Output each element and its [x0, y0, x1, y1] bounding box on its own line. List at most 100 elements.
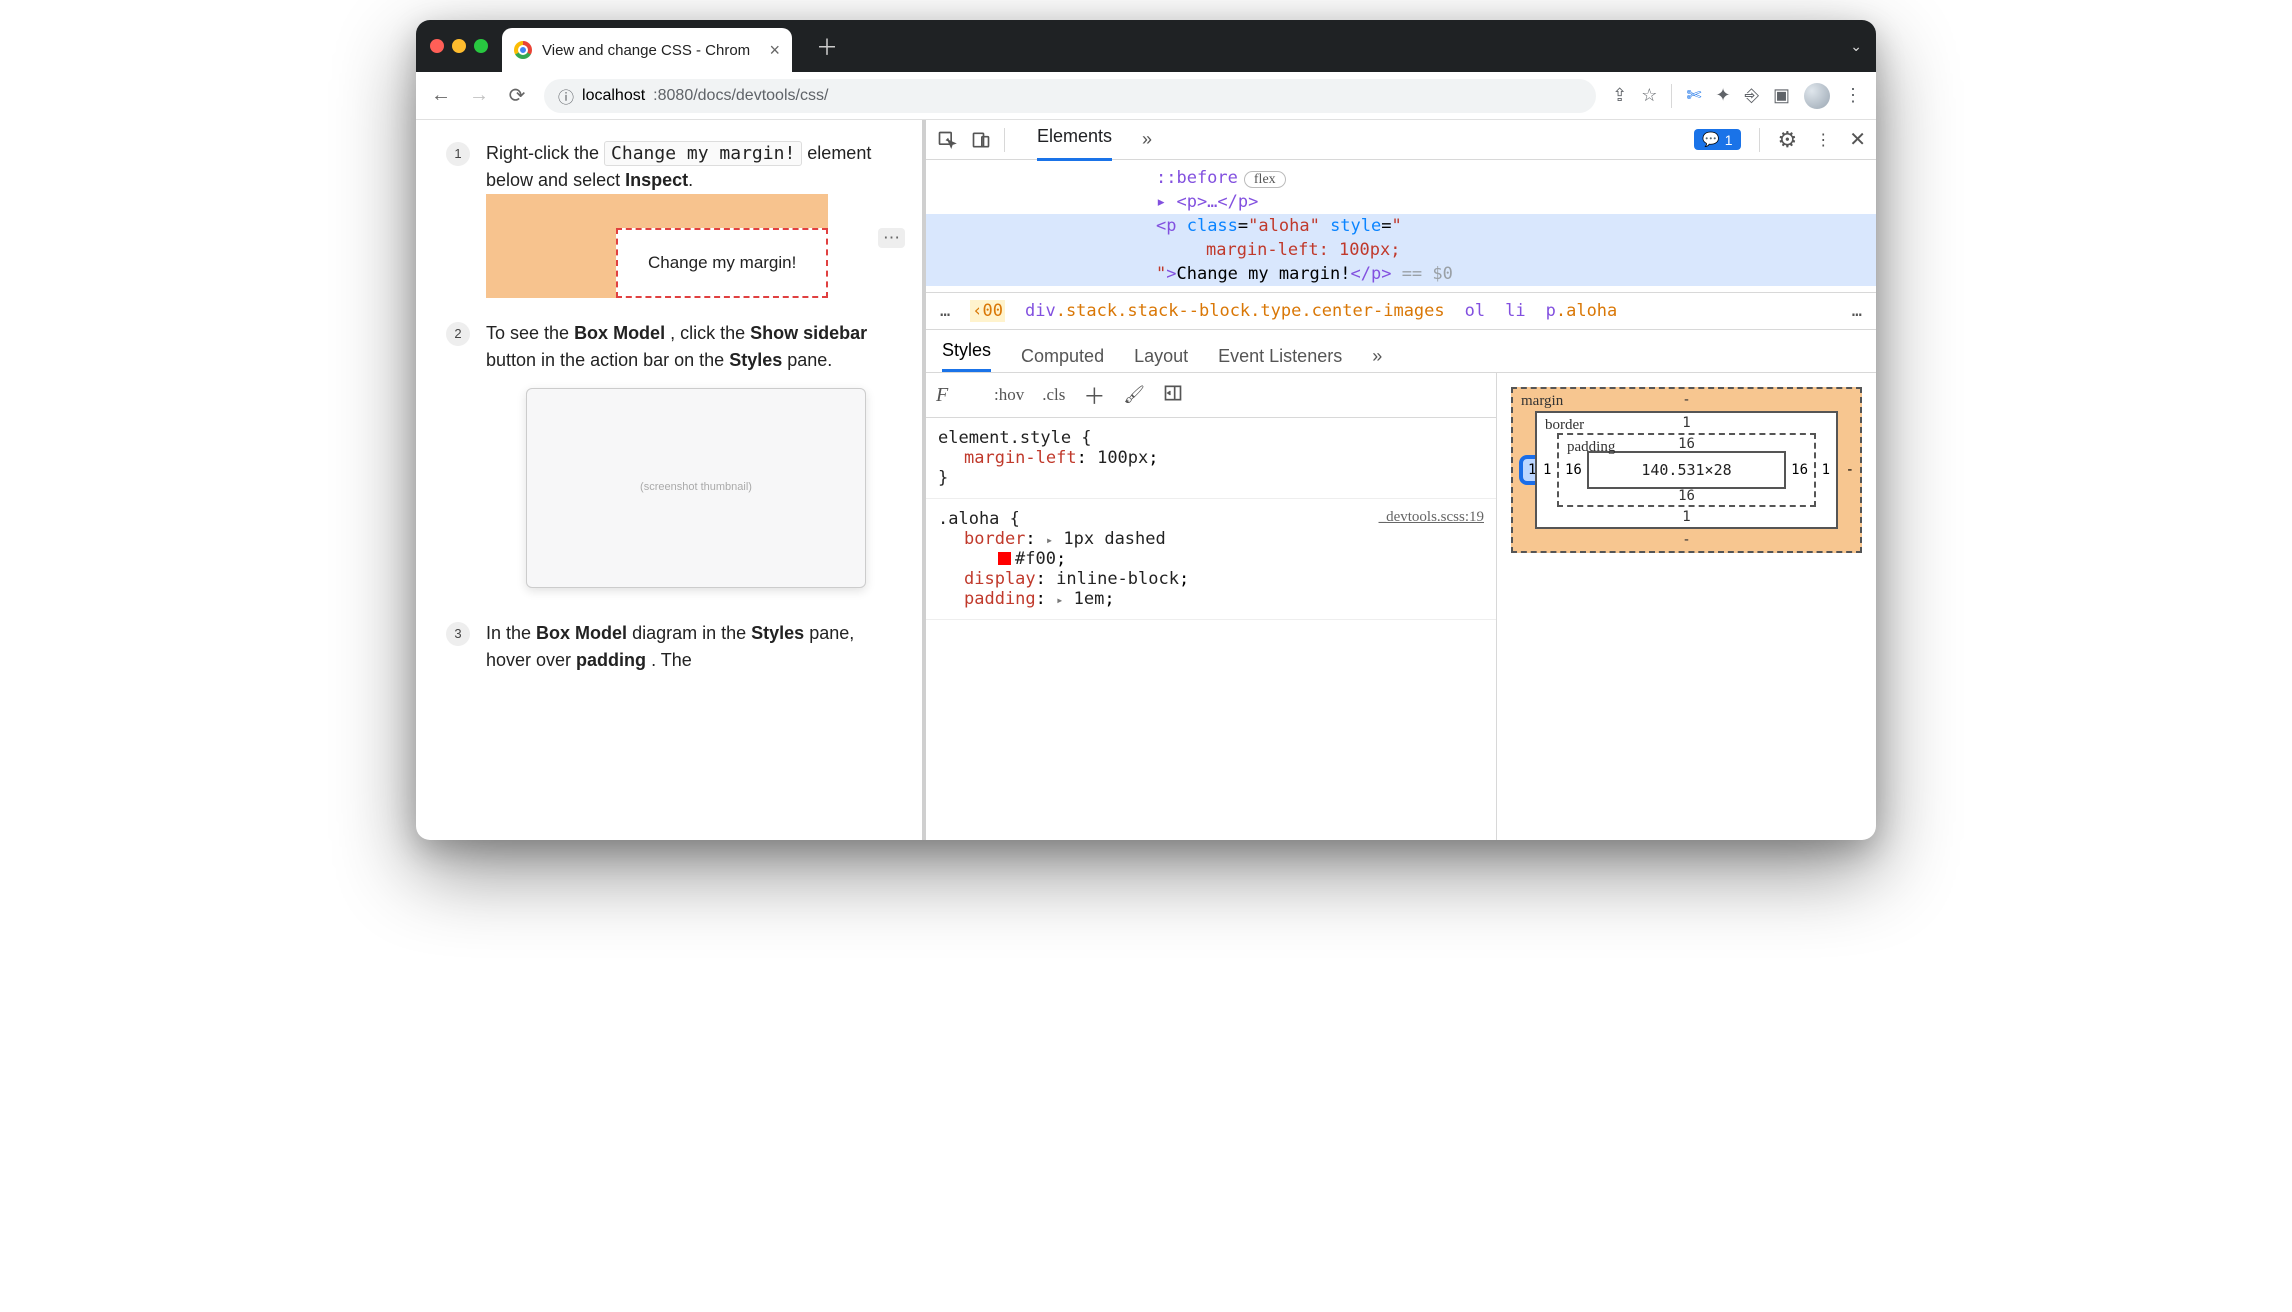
- border-left-value[interactable]: 1: [1543, 462, 1551, 478]
- crumb-more-right[interactable]: …: [1852, 301, 1862, 321]
- css-property[interactable]: border: [964, 529, 1025, 549]
- border-right-value[interactable]: 1: [1822, 462, 1830, 478]
- padding-left-value[interactable]: 16: [1565, 462, 1582, 478]
- close-devtools-icon[interactable]: ✕: [1849, 127, 1866, 152]
- paint-icon[interactable]: 🖌: [1123, 385, 1145, 405]
- step-number: 1: [446, 142, 470, 166]
- demo-change-margin[interactable]: Change my margin!: [616, 228, 828, 298]
- step-strong: Box Model: [536, 623, 627, 643]
- site-info-icon[interactable]: ⓘ: [558, 84, 574, 108]
- back-button[interactable]: ←: [430, 84, 452, 107]
- tree-node[interactable]: ▸ <p>…</p>: [1156, 192, 1258, 212]
- css-value[interactable]: inline-block: [1056, 569, 1179, 589]
- filter-input[interactable]: F: [936, 384, 976, 407]
- box-margin[interactable]: margin - 100 - - border 1 1 1 1 paddin: [1511, 387, 1862, 553]
- reading-list-icon[interactable]: ⎆: [1745, 85, 1759, 106]
- tree-pseudo[interactable]: ::before: [1156, 168, 1238, 188]
- margin-bottom-value[interactable]: -: [1682, 532, 1690, 548]
- tree-node-selected[interactable]: <p class="aloha" style=": [926, 214, 1876, 238]
- reload-button[interactable]: ⟳: [506, 83, 528, 108]
- css-value[interactable]: 1px dashed: [1063, 529, 1165, 549]
- crumb-item[interactable]: li: [1505, 301, 1525, 321]
- box-content-size[interactable]: 140.531×28: [1587, 451, 1786, 489]
- url-input[interactable]: ⓘ localhost:8080/docs/devtools/css/: [544, 79, 1596, 113]
- crumb-item[interactable]: ol: [1465, 301, 1485, 321]
- crumb-leaf[interactable]: p.aloha: [1546, 301, 1618, 321]
- source-link[interactable]: _devtools.scss:19: [1379, 509, 1484, 526]
- divider: [1671, 84, 1672, 108]
- new-rule-icon[interactable]: ＋: [1083, 379, 1105, 411]
- border-bottom-value[interactable]: 1: [1682, 509, 1690, 525]
- forward-button[interactable]: →: [468, 84, 490, 107]
- maximize-window-button[interactable]: [474, 39, 488, 53]
- label-padding: padding: [1567, 439, 1615, 456]
- crumb-more-left[interactable]: …: [940, 301, 950, 321]
- margin-top-value[interactable]: -: [1682, 392, 1690, 408]
- show-sidebar-icon[interactable]: [1163, 383, 1183, 408]
- inspect-element-icon[interactable]: [936, 129, 958, 151]
- tab-computed[interactable]: Computed: [1021, 346, 1104, 367]
- css-property[interactable]: margin-left: [964, 448, 1077, 468]
- browser-window: View and change CSS - Chrom × ＋ ⌄ ← → ⟳ …: [416, 20, 1876, 840]
- dom-tree[interactable]: ::before flex ▸ <p>…</p> <p class="aloha"…: [926, 160, 1876, 292]
- step-strong: Inspect: [625, 170, 688, 190]
- step-text: , click the: [670, 323, 750, 343]
- chrome-menu-icon[interactable]: ⋮: [1844, 85, 1862, 106]
- tab-elements[interactable]: Elements: [1037, 126, 1112, 153]
- minimize-window-button[interactable]: [452, 39, 466, 53]
- tab-event-listeners[interactable]: Event Listeners: [1218, 346, 1342, 367]
- feedback-badge[interactable]: 💬 1: [1694, 129, 1740, 150]
- step-1: 1 Right-click the Change my margin! elem…: [446, 140, 892, 298]
- css-value[interactable]: 1em: [1074, 589, 1105, 609]
- crumb-highlight[interactable]: ‹00: [970, 300, 1005, 322]
- css-property[interactable]: padding: [964, 589, 1036, 609]
- device-toolbar-icon[interactable]: [970, 129, 992, 151]
- kebab-menu-icon[interactable]: ⋮: [1815, 130, 1831, 150]
- padding-right-value[interactable]: 16: [1791, 462, 1808, 478]
- side-panel-icon[interactable]: ▣: [1773, 85, 1790, 106]
- demo-margin-highlight: Change my margin!: [486, 194, 828, 298]
- star-icon[interactable]: ☆: [1641, 85, 1657, 106]
- css-value[interactable]: #f00: [1015, 549, 1056, 569]
- tab-overflow-icon[interactable]: »: [1372, 346, 1382, 367]
- screenshot-thumbnail: (screenshot thumbnail): [526, 388, 866, 588]
- browser-tab[interactable]: View and change CSS - Chrom ×: [502, 28, 792, 72]
- padding-top-value[interactable]: 16: [1678, 436, 1695, 452]
- cls-toggle[interactable]: .cls: [1042, 385, 1065, 405]
- tab-overflow-icon[interactable]: »: [1142, 129, 1152, 150]
- crumb-item[interactable]: .stack.stack--block.type.center-images: [1056, 301, 1445, 321]
- url-path: :8080/docs/devtools/css/: [653, 87, 828, 105]
- scissors-icon[interactable]: ✄: [1686, 85, 1701, 106]
- rule-element-style[interactable]: element.style { margin-left: 100px; }: [926, 418, 1496, 499]
- label-margin: margin: [1521, 393, 1563, 410]
- styles-pane-tabs: Styles Computed Layout Event Listeners »: [926, 330, 1876, 373]
- new-tab-button[interactable]: ＋: [816, 30, 838, 62]
- profile-avatar[interactable]: [1804, 83, 1830, 109]
- box-model-diagram[interactable]: margin - 100 - - border 1 1 1 1 paddin: [1496, 373, 1876, 840]
- box-padding[interactable]: padding 16 16 16 16 140.531×28: [1557, 433, 1816, 507]
- share-icon[interactable]: ⇪: [1612, 85, 1627, 106]
- extensions-icon[interactable]: ✦: [1715, 85, 1730, 106]
- css-property[interactable]: display: [964, 569, 1036, 589]
- margin-right-value[interactable]: -: [1846, 462, 1854, 478]
- padding-bottom-value[interactable]: 16: [1678, 488, 1695, 504]
- divider: [1759, 128, 1760, 152]
- label-border: border: [1545, 417, 1584, 434]
- css-rules-column: F :hov .cls ＋ 🖌 element.style { margin-l…: [926, 373, 1496, 840]
- hov-toggle[interactable]: :hov: [994, 385, 1024, 405]
- close-tab-icon[interactable]: ×: [769, 40, 780, 61]
- close-window-button[interactable]: [430, 39, 444, 53]
- settings-icon[interactable]: ⚙: [1778, 127, 1798, 153]
- dom-breadcrumb[interactable]: … ‹00 div.stack.stack--block.type.center…: [926, 292, 1876, 330]
- border-top-value[interactable]: 1: [1682, 415, 1690, 431]
- flex-badge[interactable]: flex: [1244, 171, 1286, 188]
- color-swatch-icon[interactable]: [998, 552, 1011, 565]
- box-border[interactable]: border 1 1 1 1 padding 16 16 16 16: [1535, 411, 1838, 529]
- tab-styles[interactable]: Styles: [942, 340, 991, 372]
- css-value[interactable]: 100px: [1097, 448, 1148, 468]
- step-strong: Show sidebar: [750, 323, 867, 343]
- tab-list-dropdown-icon[interactable]: ⌄: [1850, 38, 1862, 55]
- feedback-count: 1: [1725, 132, 1733, 148]
- tab-layout[interactable]: Layout: [1134, 346, 1188, 367]
- rule-aloha[interactable]: _devtools.scss:19 .aloha { border: ▸ 1px…: [926, 499, 1496, 620]
